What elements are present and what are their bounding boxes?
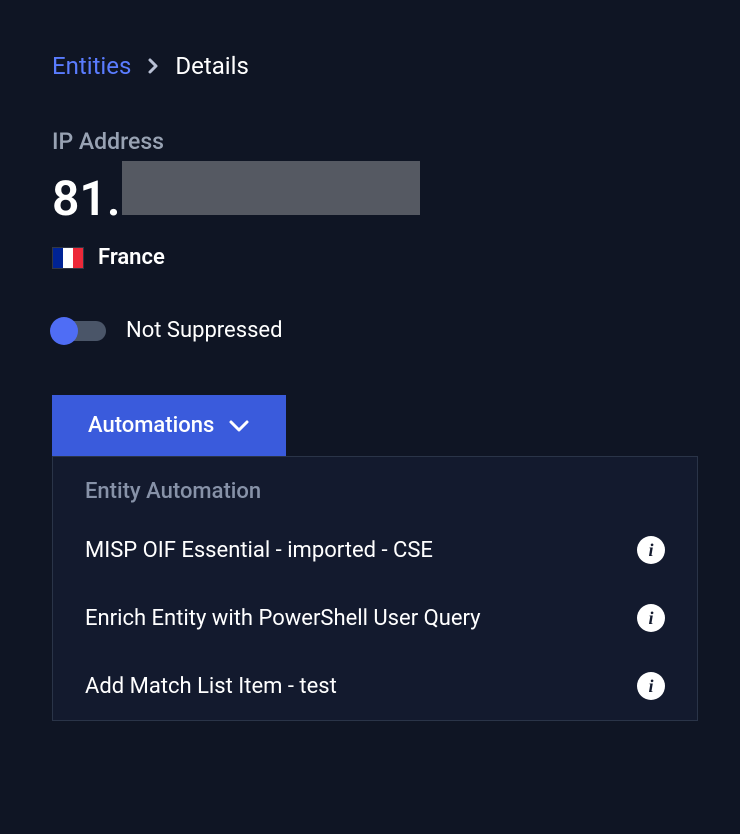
automation-item[interactable]: Enrich Entity with PowerShell User Query… [53, 584, 697, 652]
ip-prefix: 81. [52, 170, 120, 227]
automation-item-label: Enrich Entity with PowerShell User Query [85, 606, 481, 631]
chevron-down-icon [228, 419, 250, 433]
automation-item-label: Add Match List Item - test [85, 674, 337, 699]
automation-item[interactable]: MISP OIF Essential - imported - CSE i [53, 516, 697, 584]
info-icon[interactable]: i [637, 536, 665, 564]
france-flag-icon [52, 247, 84, 269]
flag-stripe [63, 248, 73, 268]
ip-address-value: 81. [52, 161, 688, 227]
country-name: France [98, 245, 165, 270]
suppression-toggle[interactable] [52, 321, 106, 341]
automations-button[interactable]: Automations [52, 395, 286, 456]
flag-stripe [53, 248, 63, 268]
automations-button-label: Automations [88, 413, 214, 438]
automations-dropdown: Entity Automation MISP OIF Essential - i… [52, 456, 698, 721]
suppression-label: Not Suppressed [126, 318, 283, 343]
chevron-right-icon [147, 57, 159, 75]
automation-item[interactable]: Add Match List Item - test i [53, 652, 697, 720]
suppression-row: Not Suppressed [52, 318, 688, 343]
automation-item-label: MISP OIF Essential - imported - CSE [85, 538, 433, 563]
dropdown-header: Entity Automation [53, 457, 697, 516]
breadcrumb-current: Details [175, 52, 248, 80]
toggle-knob [50, 317, 78, 345]
info-icon[interactable]: i [637, 604, 665, 632]
breadcrumb-entities-link[interactable]: Entities [52, 52, 131, 80]
ip-redacted-block [122, 161, 420, 215]
breadcrumb: Entities Details [52, 52, 688, 80]
ip-address-label: IP Address [52, 128, 688, 155]
country-row: France [52, 245, 688, 270]
info-icon[interactable]: i [637, 672, 665, 700]
flag-stripe [73, 248, 83, 268]
